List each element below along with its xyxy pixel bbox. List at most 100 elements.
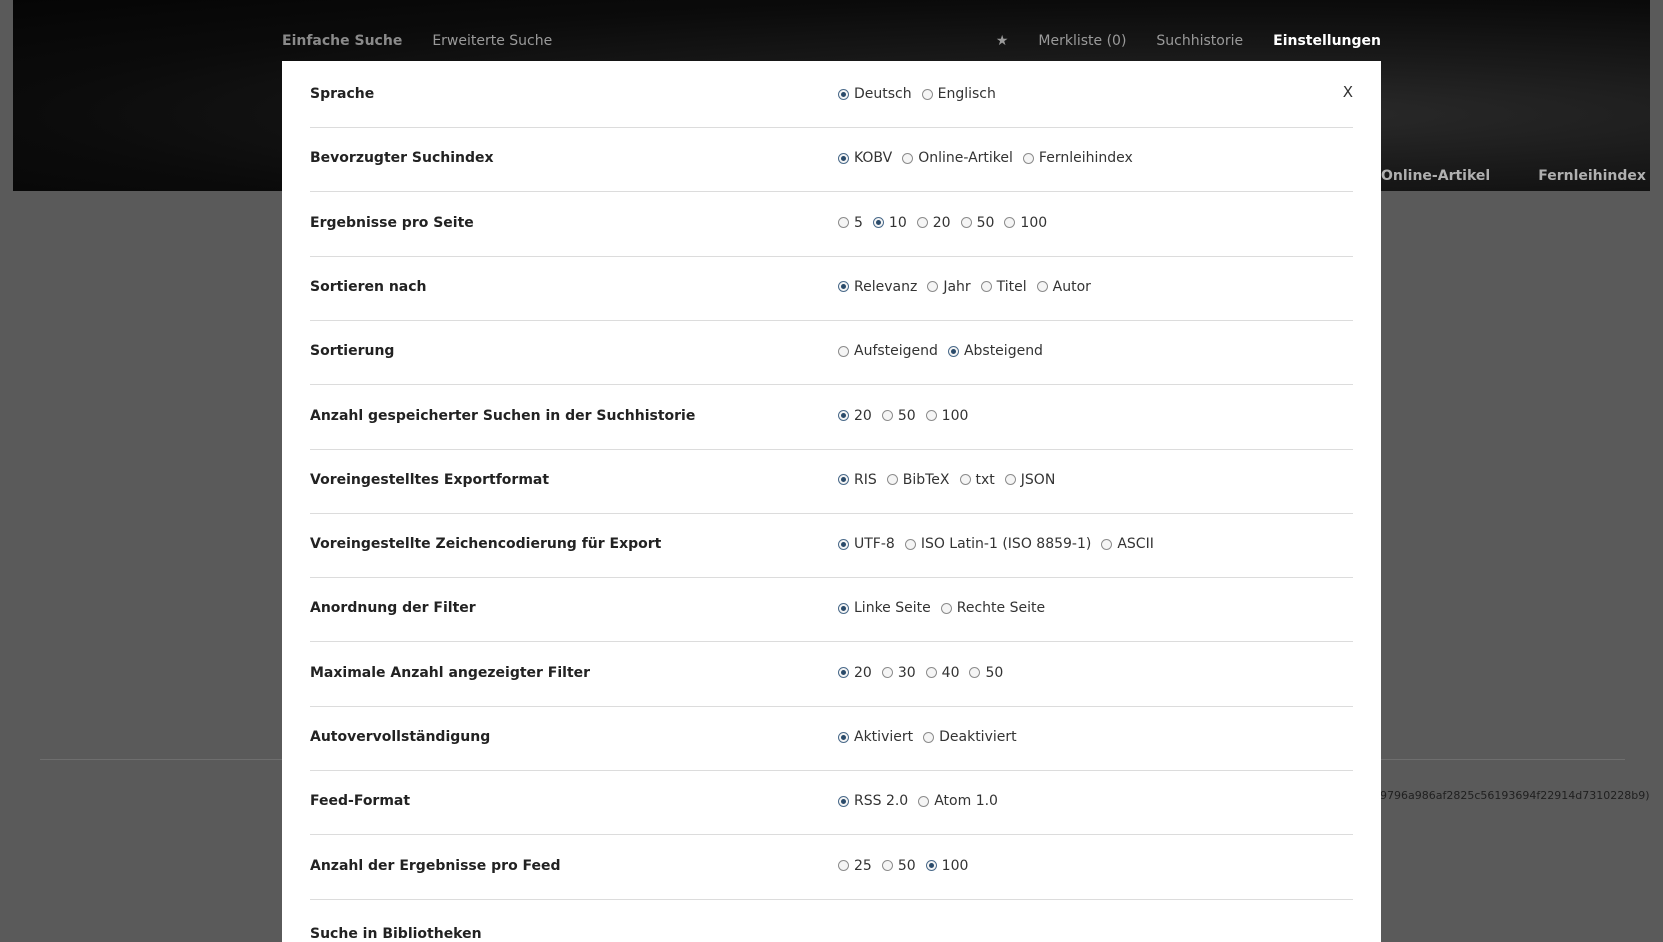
radio-checked-icon[interactable] [838,152,849,164]
nav-merkliste[interactable]: ★ Merkliste (0) [996,33,1127,49]
radio-unchecked-icon[interactable] [881,667,893,679]
radio-unchecked-icon[interactable] [1004,217,1016,229]
radio-option[interactable]: Online-Artikel [902,150,1013,166]
radio-checked-icon[interactable] [838,88,849,100]
radio-option-label: Absteigend [963,343,1043,360]
radio-checked-icon[interactable] [838,602,849,614]
setting-row: Ergebnisse pro Seite 5 10 20 50 100 [310,190,1353,257]
radio-checked-icon[interactable] [838,795,849,807]
radio-option-label: Online-Artikel [918,150,1013,167]
setting-options: KOBV Online-Artikel Fernleihindex [838,150,1143,166]
radio-unchecked-icon[interactable] [881,860,893,872]
radio-option[interactable]: KOBV [838,150,892,166]
setting-options: 5 10 20 50 100 [838,215,1057,231]
radio-checked-icon[interactable] [838,538,849,550]
radio-unchecked-icon[interactable] [927,281,939,293]
radio-option[interactable]: Englisch [921,86,996,102]
radio-unchecked-icon[interactable] [881,410,893,421]
bg-tab-fernleihindex[interactable]: Fernleihindex [1538,168,1646,184]
radio-option[interactable]: Aktiviert [838,729,913,745]
radio-checked-icon[interactable] [872,217,884,229]
radio-unchecked-icon[interactable] [1036,281,1048,293]
radio-option-label: BibTeX [902,471,950,488]
setting-label: Ergebnisse pro Seite [310,214,474,231]
radio-option[interactable]: Linke Seite [838,600,931,616]
setting-options: 25 50 100 [838,858,978,874]
radio-option[interactable]: 50 [960,215,994,231]
radio-option[interactable]: Deaktiviert [923,729,1017,745]
radio-option-label: 5 [854,214,863,231]
radio-option[interactable]: txt [959,472,995,488]
radio-option[interactable]: RIS [838,472,877,488]
radio-option[interactable]: Jahr [927,279,971,295]
radio-option[interactable]: Titel [980,279,1027,295]
radio-option[interactable]: RSS 2.0 [838,793,908,809]
nav-einfache-suche[interactable]: Einfache Suche [282,33,402,49]
radio-unchecked-icon[interactable] [980,281,992,293]
radio-checked-icon[interactable] [838,410,849,421]
radio-unchecked-icon[interactable] [916,217,928,229]
radio-option[interactable]: Rechte Seite [940,600,1045,616]
radio-option[interactable]: 5 [838,215,863,231]
radio-option[interactable]: 20 [838,408,872,424]
radio-option[interactable]: 100 [925,858,968,874]
radio-unchecked-icon[interactable] [1101,538,1113,550]
setting-options: Deutsch Englisch [838,86,1006,102]
nav-suchhistorie[interactable]: Suchhistorie [1156,33,1243,49]
radio-option[interactable]: 50 [881,857,916,874]
radio-checked-icon[interactable] [838,281,849,293]
radio-unchecked-icon[interactable] [923,731,935,743]
radio-unchecked-icon[interactable] [838,860,849,872]
radio-option[interactable]: BibTeX [886,471,950,488]
radio-unchecked-icon[interactable] [1004,474,1016,486]
radio-option[interactable]: 30 [881,665,916,681]
nav-erweiterte-suche[interactable]: Erweiterte Suche [432,33,552,49]
radio-unchecked-icon[interactable] [921,88,933,100]
radio-checked-icon[interactable] [838,731,849,743]
radio-unchecked-icon[interactable] [960,217,972,229]
radio-option[interactable]: 20 [916,215,951,231]
radio-option-label: 25 [854,857,872,874]
radio-option[interactable]: Deutsch [838,86,912,102]
radio-option[interactable]: ISO Latin-1 (ISO 8859-1) [904,536,1091,552]
radio-option[interactable]: Autor [1036,279,1091,295]
radio-option[interactable]: JSON [1004,472,1055,488]
radio-option[interactable]: Absteigend [947,343,1043,360]
radio-option-label: 50 [897,857,916,874]
radio-checked-icon[interactable] [947,345,959,357]
radio-unchecked-icon[interactable] [969,667,981,679]
radio-option[interactable]: Aufsteigend [838,343,938,359]
radio-unchecked-icon[interactable] [904,538,916,550]
radio-option[interactable]: ASCII [1101,536,1154,552]
radio-unchecked-icon[interactable] [940,602,952,614]
radio-unchecked-icon[interactable] [902,152,914,164]
radio-unchecked-icon[interactable] [959,474,971,486]
radio-option[interactable]: 100 [925,408,968,424]
radio-option[interactable]: 50 [969,665,1003,681]
radio-option[interactable]: Fernleihindex [1022,150,1133,166]
radio-option[interactable]: UTF-8 [838,536,895,552]
radio-unchecked-icon[interactable] [918,795,930,807]
radio-option[interactable]: 100 [1004,215,1047,231]
radio-option[interactable]: 40 [925,665,959,681]
radio-unchecked-icon[interactable] [925,667,937,679]
setting-label: Sortierung [310,343,395,360]
radio-option[interactable]: 10 [872,215,907,231]
radio-option[interactable]: Relevanz [838,279,917,295]
radio-option[interactable]: 20 [838,665,872,681]
bg-tab-online-artikel[interactable]: Online-Artikel [1381,168,1490,184]
radio-checked-icon[interactable] [838,474,849,486]
radio-option[interactable]: 50 [881,408,916,424]
radio-unchecked-icon[interactable] [838,345,849,357]
radio-option-label: Deutsch [854,86,912,102]
radio-unchecked-icon[interactable] [1022,152,1034,164]
radio-unchecked-icon[interactable] [925,410,937,421]
radio-checked-icon[interactable] [925,860,937,872]
setting-options: RSS 2.0 Atom 1.0 [838,793,1008,809]
radio-option[interactable]: 25 [838,858,872,874]
radio-unchecked-icon[interactable] [886,474,898,486]
radio-option[interactable]: Atom 1.0 [918,793,998,809]
radio-checked-icon[interactable] [838,667,849,679]
radio-unchecked-icon[interactable] [838,217,849,229]
nav-einstellungen[interactable]: Einstellungen [1273,33,1381,49]
